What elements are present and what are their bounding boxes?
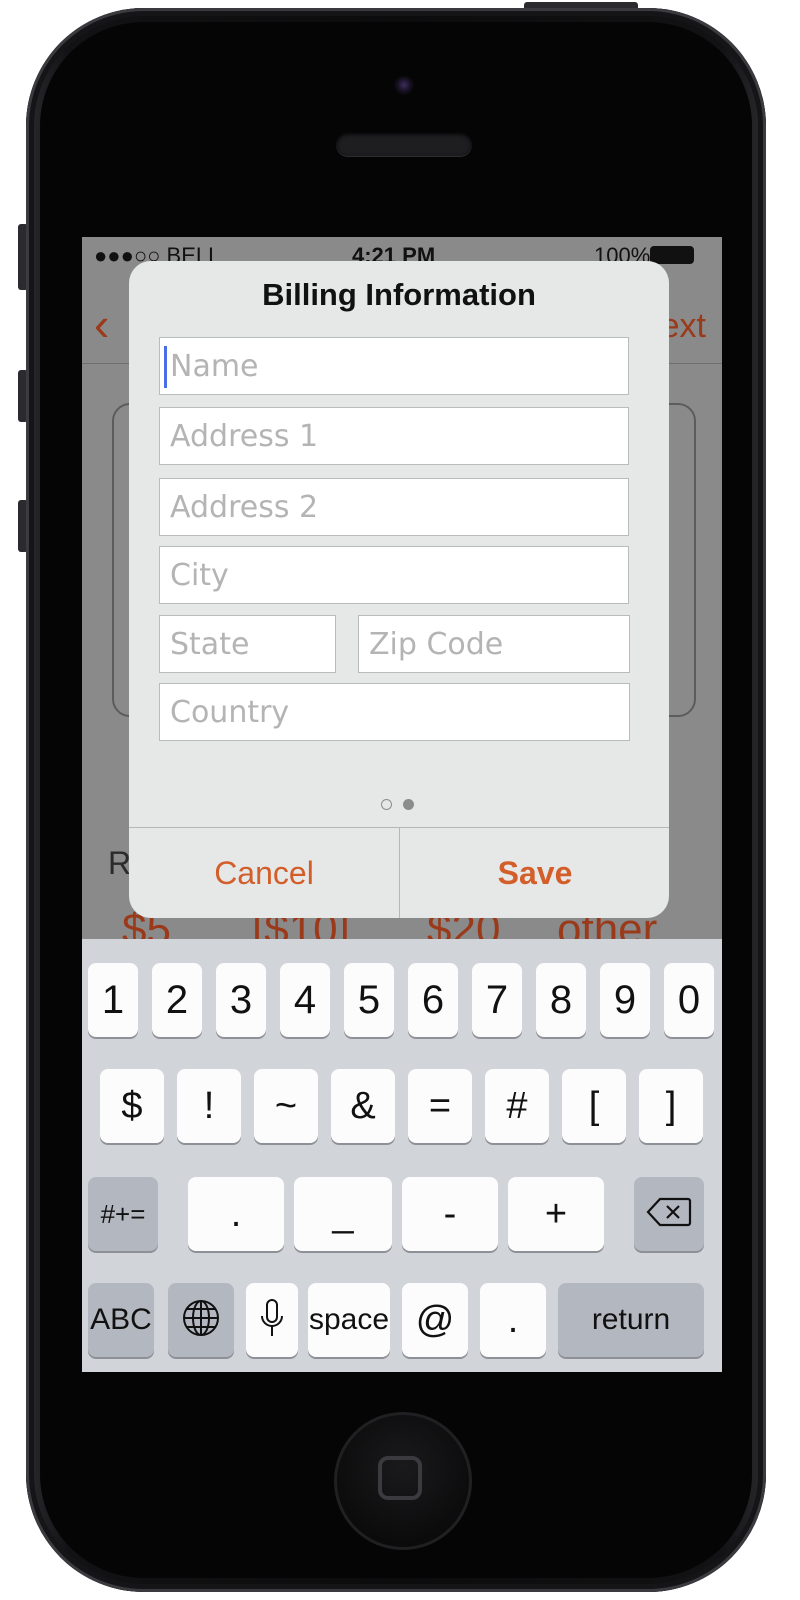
key-1[interactable]: 1	[88, 963, 138, 1037]
page-dot	[381, 799, 392, 810]
key-at[interactable]: @	[402, 1283, 468, 1357]
text-cursor	[164, 346, 167, 388]
key-tilde[interactable]: ~	[254, 1069, 318, 1143]
globe-icon	[181, 1298, 221, 1343]
globe-key[interactable]	[168, 1283, 234, 1357]
front-camera	[394, 76, 414, 96]
state-field[interactable]	[159, 615, 336, 673]
key-equals[interactable]: =	[408, 1069, 472, 1143]
key-hash[interactable]: #	[485, 1069, 549, 1143]
name-field[interactable]	[159, 337, 629, 395]
key-right-bracket[interactable]: ]	[639, 1069, 703, 1143]
return-key[interactable]: return	[558, 1283, 704, 1357]
city-input[interactable]	[160, 547, 628, 603]
state-input[interactable]	[160, 616, 335, 672]
backspace-icon	[646, 1197, 692, 1232]
address1-field[interactable]	[159, 407, 629, 465]
dialog-buttons: Cancel Save	[129, 827, 669, 918]
zip-field[interactable]	[358, 615, 630, 673]
key-5[interactable]: 5	[344, 963, 394, 1037]
keyboard: 1 2 3 4 5 6 7 8 9 0 $ ! ~ & = # [ ] #+= …	[82, 939, 722, 1372]
key-3[interactable]: 3	[216, 963, 266, 1037]
key-0[interactable]: 0	[664, 963, 714, 1037]
key-underscore[interactable]: _	[294, 1177, 392, 1251]
key-abc[interactable]: ABC	[88, 1283, 154, 1357]
chevron-left-icon[interactable]: ‹	[94, 297, 109, 351]
page-indicator[interactable]	[381, 799, 421, 813]
country-field[interactable]	[159, 683, 630, 741]
key-more-symbols[interactable]: #+=	[88, 1177, 158, 1251]
key-8[interactable]: 8	[536, 963, 586, 1037]
key-7[interactable]: 7	[472, 963, 522, 1037]
key-6[interactable]: 6	[408, 963, 458, 1037]
address1-input[interactable]	[160, 408, 628, 464]
key-ampersand[interactable]: &	[331, 1069, 395, 1143]
battery-icon	[650, 246, 694, 264]
key-9[interactable]: 9	[600, 963, 650, 1037]
key-period[interactable]: .	[188, 1177, 284, 1251]
earpiece-speaker	[336, 132, 472, 156]
key-exclamation[interactable]: !	[177, 1069, 241, 1143]
key-dot[interactable]: .	[480, 1283, 546, 1357]
address2-input[interactable]	[160, 479, 628, 535]
home-button-icon	[378, 1456, 422, 1500]
country-input[interactable]	[160, 684, 629, 740]
key-left-bracket[interactable]: [	[562, 1069, 626, 1143]
zip-input[interactable]	[359, 616, 629, 672]
key-dollar[interactable]: $	[100, 1069, 164, 1143]
key-plus[interactable]: +	[508, 1177, 604, 1251]
key-hyphen[interactable]: -	[402, 1177, 498, 1251]
save-button[interactable]: Save	[400, 828, 669, 918]
key-4[interactable]: 4	[280, 963, 330, 1037]
billing-dialog: Billing Information Cancel Save	[129, 261, 669, 918]
cancel-button[interactable]: Cancel	[129, 828, 399, 918]
microphone-icon	[259, 1298, 285, 1343]
page-dot-active	[403, 799, 414, 810]
address2-field[interactable]	[159, 478, 629, 536]
dialog-title: Billing Information	[262, 277, 536, 312]
row-label: R	[108, 845, 132, 881]
name-input[interactable]	[160, 338, 628, 394]
city-field[interactable]	[159, 546, 629, 604]
delete-key[interactable]	[634, 1177, 704, 1251]
space-key[interactable]: space	[308, 1283, 390, 1357]
key-2[interactable]: 2	[152, 963, 202, 1037]
dictation-key[interactable]	[246, 1283, 298, 1357]
